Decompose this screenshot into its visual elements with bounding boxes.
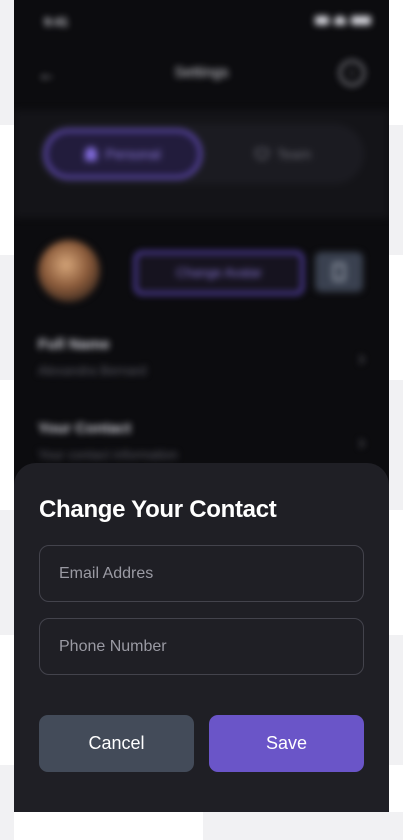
row-value: Your contact information xyxy=(38,447,178,462)
background-stripe xyxy=(389,125,403,255)
delete-avatar-button[interactable] xyxy=(315,252,363,292)
background-stripe xyxy=(389,635,403,765)
tab-personal[interactable]: Personal xyxy=(44,129,202,179)
segmented-tabs: Personal Team xyxy=(40,124,364,184)
full-name-row[interactable]: Full Name Alexandra Bernard › xyxy=(38,336,365,378)
page-title: Settings xyxy=(174,64,229,81)
change-avatar-button[interactable]: Change Avatar xyxy=(134,251,304,295)
change-contact-sheet: Change Your Contact Cancel Save xyxy=(14,463,389,812)
avatar xyxy=(38,240,100,302)
signal-icon xyxy=(315,16,329,25)
trash-icon xyxy=(333,263,345,281)
info-icon[interactable]: i xyxy=(339,60,365,86)
phone-number-field[interactable] xyxy=(39,618,364,675)
chevron-right-icon: › xyxy=(358,348,365,370)
tab-label: Personal xyxy=(105,146,161,162)
row-title: Full Name xyxy=(38,336,110,353)
contact-row[interactable]: Your Contact Your contact information › xyxy=(38,420,365,462)
sheet-title: Change Your Contact xyxy=(39,496,277,523)
status-time: 9:41 xyxy=(44,15,69,29)
background-stripe xyxy=(203,812,403,840)
chevron-right-icon: › xyxy=(358,432,365,454)
wifi-icon xyxy=(334,16,346,25)
cancel-button[interactable]: Cancel xyxy=(39,715,194,772)
background-stripe xyxy=(0,0,14,125)
save-button[interactable]: Save xyxy=(209,715,364,772)
status-icons xyxy=(315,16,371,25)
background-stripe xyxy=(0,510,14,635)
phone-screen: 9:41 ← Settings i Personal Team Change A… xyxy=(14,0,389,812)
top-bar: ← Settings i xyxy=(14,52,389,96)
background-stripe xyxy=(0,765,14,840)
person-icon xyxy=(85,147,98,161)
tab-label: Team xyxy=(276,146,312,162)
background-stripe xyxy=(389,380,403,510)
row-title: Your Contact xyxy=(38,420,132,437)
background-stripe xyxy=(0,255,14,380)
team-icon xyxy=(254,148,269,160)
tab-team[interactable]: Team xyxy=(208,129,358,179)
email-field[interactable] xyxy=(39,545,364,602)
row-value: Alexandra Bernard xyxy=(38,363,147,378)
status-bar: 9:41 xyxy=(14,0,389,44)
battery-icon xyxy=(351,16,371,25)
tabs-container: Personal Team xyxy=(14,110,389,218)
